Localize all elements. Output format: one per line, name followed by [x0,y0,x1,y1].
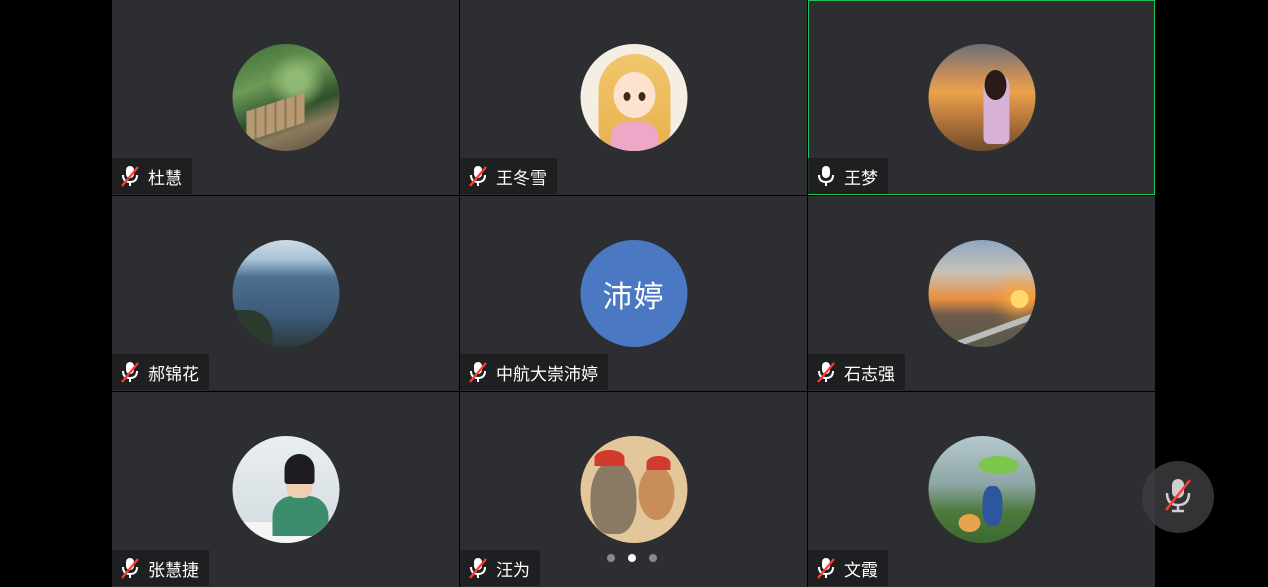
participant-text-avatar: 沛婷 [580,240,687,347]
microphone-muted-icon [120,557,140,579]
participant-tile[interactable]: 石志强 [808,196,1155,391]
participant-name: 王梦 [844,168,878,189]
participant-name: 杜慧 [148,168,182,189]
microphone-muted-icon [120,361,140,383]
participant-name: 王冬雪 [496,168,547,189]
participant-avatar [232,436,339,543]
participant-name: 中航大崇沛婷 [496,364,598,385]
participant-avatar [928,44,1035,151]
participant-name-tag: 王冬雪 [460,158,557,194]
participant-avatar [232,44,339,151]
microphone-muted-icon [468,165,488,187]
microphone-muted-icon [816,361,836,383]
participant-tile[interactable]: 郝锦花 [112,196,459,391]
meeting-screen: 杜慧 王冬雪 王梦 郝锦花 沛婷 中航大崇沛婷 石志强 张慧捷 汪为 文霞 [0,0,1268,587]
participant-name: 郝锦花 [148,364,199,385]
participant-avatar [928,240,1035,347]
participant-avatar [232,240,339,347]
participant-tile[interactable]: 王冬雪 [460,0,807,195]
participant-name-tag: 石志强 [808,354,905,390]
participant-name-tag: 张慧捷 [112,550,209,586]
participant-name-tag: 文霞 [808,550,888,586]
participant-name-tag: 汪为 [460,550,540,586]
participant-grid: 杜慧 王冬雪 王梦 郝锦花 沛婷 中航大崇沛婷 石志强 张慧捷 汪为 文霞 [112,0,1155,587]
microphone-icon [816,165,836,187]
participant-avatar [580,44,687,151]
microphone-toggle-button[interactable] [1142,461,1214,533]
participant-name-tag: 王梦 [808,158,888,194]
microphone-muted-icon [468,557,488,579]
page-dot[interactable] [649,554,657,562]
microphone-muted-icon [120,165,140,187]
participant-name: 张慧捷 [148,560,199,581]
page-indicator[interactable] [607,554,657,562]
avatar-photo-detail [246,92,304,142]
participant-avatar [928,436,1035,543]
participant-tile[interactable]: 沛婷 中航大崇沛婷 [460,196,807,391]
participant-tile[interactable]: 杜慧 [112,0,459,195]
participant-name: 石志强 [844,364,895,385]
page-dot-active[interactable] [628,554,636,562]
participant-name: 文霞 [844,560,878,581]
participant-tile[interactable]: 张慧捷 [112,392,459,587]
microphone-muted-icon [816,557,836,579]
microphone-muted-icon [468,361,488,383]
participant-tile-active-speaker[interactable]: 王梦 [808,0,1155,195]
participant-name-tag: 郝锦花 [112,354,209,390]
microphone-off-icon [1163,477,1193,517]
participant-tile[interactable]: 文霞 [808,392,1155,587]
participant-name-tag: 杜慧 [112,158,192,194]
page-dot[interactable] [607,554,615,562]
participant-avatar [580,436,687,543]
participant-name: 汪为 [496,560,530,581]
participant-name-tag: 中航大崇沛婷 [460,354,608,390]
